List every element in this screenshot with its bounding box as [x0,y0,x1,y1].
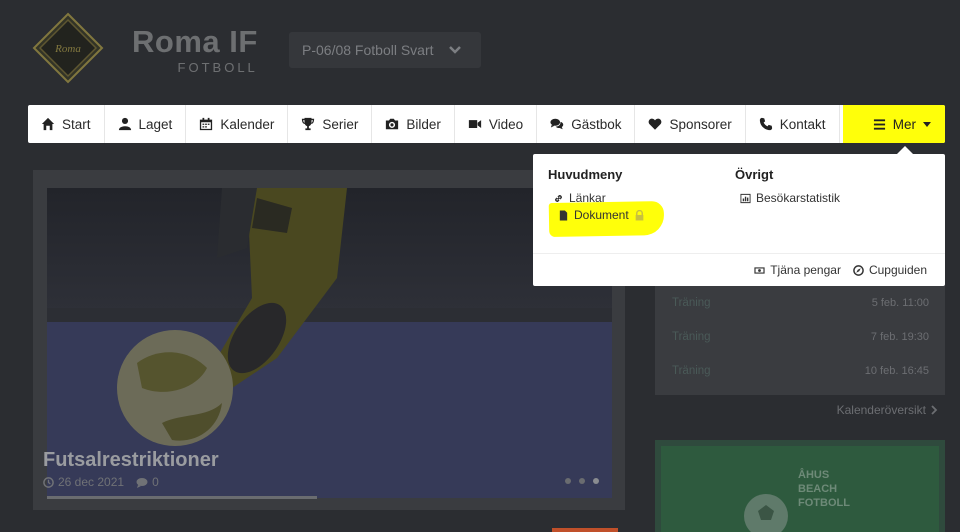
nav-item-video[interactable]: Video [455,105,538,143]
event-label[interactable]: Träning [672,365,711,377]
nav-item-bilder[interactable]: Bilder [372,105,455,143]
money-icon [754,266,765,274]
clock-icon [43,476,54,488]
football-icon [744,494,788,532]
team-select-value: P-06/08 Fotboll Svart [302,42,434,58]
other-menu-column: Övrigt Besökarstatistik [735,167,840,208]
more-menu-label: Mer [892,116,916,132]
slider-dot-active[interactable] [593,478,599,484]
home-icon [41,117,55,131]
slide-progress-bar [47,496,317,499]
nav-item-label: Sponsorer [669,116,732,132]
event-date: 5 feb. 11:00 [871,297,929,309]
file-icon [559,209,568,221]
calendar-icon [200,117,213,131]
slider-dot[interactable] [579,478,585,484]
nav-item-kontakt[interactable]: Kontakt [746,105,840,143]
event-date: 10 feb. 16:45 [864,365,929,377]
sponsor-line: BEACH [798,483,838,495]
news-date: 26 dec 2021 [58,475,125,489]
nav-item-label: Kontakt [779,116,826,132]
link-label: Tjäna pengar [770,263,841,277]
events-list: Träning 5 feb. 11:00 Träning 7 feb. 19:3… [655,283,945,395]
bar-chart-icon [740,193,751,203]
link-label: Besökarstatistik [756,191,841,205]
slider-dots [565,478,599,484]
link-cupguiden[interactable]: Cupguiden [853,260,927,280]
chevron-down-icon [448,46,461,54]
team-select[interactable]: P-06/08 Fotboll Svart [289,32,481,68]
slider-dot[interactable] [565,478,571,484]
more-menu-button[interactable]: Mer [842,105,945,143]
main-menu-heading: Huvudmeny [548,167,623,182]
news-comment-count: 0 [152,475,159,489]
dropdown-footer: Tjäna pengar Cupguiden [533,253,945,286]
link-besokarstatistik[interactable]: Besökarstatistik [735,188,840,208]
sponsor-line: ÅHUS [798,469,830,481]
nav-item-start[interactable]: Start [28,105,105,143]
brand[interactable]: Roma IF FOTBOLL [132,26,258,75]
chevron-right-icon [931,405,938,415]
nav-item-serier[interactable]: Serier [288,105,373,143]
news-date-group: 26 dec 2021 [43,475,124,489]
nav-item-sponsorer[interactable]: Sponsorer [635,105,746,143]
nav-item-kalender[interactable]: Kalender [186,105,289,143]
nav-item-label: Start [62,116,91,132]
sponsor-banner-inner: ÅHUS BEACH FOTBOLL [661,446,939,532]
video-icon [468,120,482,128]
nav-item-gastbok[interactable]: Gästbok [537,105,636,143]
link-label: Cupguiden [868,263,927,277]
nav-item-label: Serier [322,116,359,132]
sponsor-text: ÅHUS BEACH FOTBOLL [798,468,850,510]
nav-item-label: Laget [138,116,173,132]
other-menu-heading: Övrigt [735,167,774,182]
calendar-overview-link[interactable]: Kalenderöversikt [837,403,938,417]
compass-icon [853,264,864,276]
trophy-icon [302,117,315,131]
menu-bars-icon [873,118,885,130]
sponsor-line: FOTBOLL [798,497,850,509]
tag-badge [552,528,618,532]
link-tjana-pengar[interactable]: Tjäna pengar [754,260,841,280]
caret-down-icon [923,121,931,127]
sponsor-banner[interactable]: ÅHUS BEACH FOTBOLL [655,440,945,532]
link-label: Dokument [574,208,629,222]
nav-item-label: Video [488,116,524,132]
news-comments-group[interactable]: 0 [136,475,159,489]
calendar-overview-label: Kalenderöversikt [836,403,926,417]
nav-item-laget[interactable]: Laget [105,105,187,143]
comment-icon [136,477,148,488]
comments-icon [550,118,564,130]
nav-item-label: Kalender [220,116,275,132]
event-label[interactable]: Träning [672,331,711,343]
camera-icon [386,118,399,130]
club-logo[interactable]: Roma [32,12,104,84]
news-title[interactable]: Futsalrestriktioner [43,449,219,472]
nav-item-label: Bilder [406,116,441,132]
link-dokument[interactable]: Dokument [553,205,645,225]
heart-icon [649,118,662,130]
brand-sub: FOTBOLL [177,60,258,75]
brand-name: Roma IF [132,24,258,59]
logo-text: Roma [54,43,81,55]
event-label[interactable]: Träning [672,297,711,309]
phone-icon [759,117,772,131]
event-date: 7 feb. 19:30 [870,331,929,343]
nav-item-label: Gästbok [571,116,622,132]
user-icon [118,117,131,131]
main-navbar: Start Laget Kalender Serier Bilder Video… [28,105,945,143]
news-meta: 26 dec 2021 0 [43,475,159,489]
lock-icon [635,209,644,220]
